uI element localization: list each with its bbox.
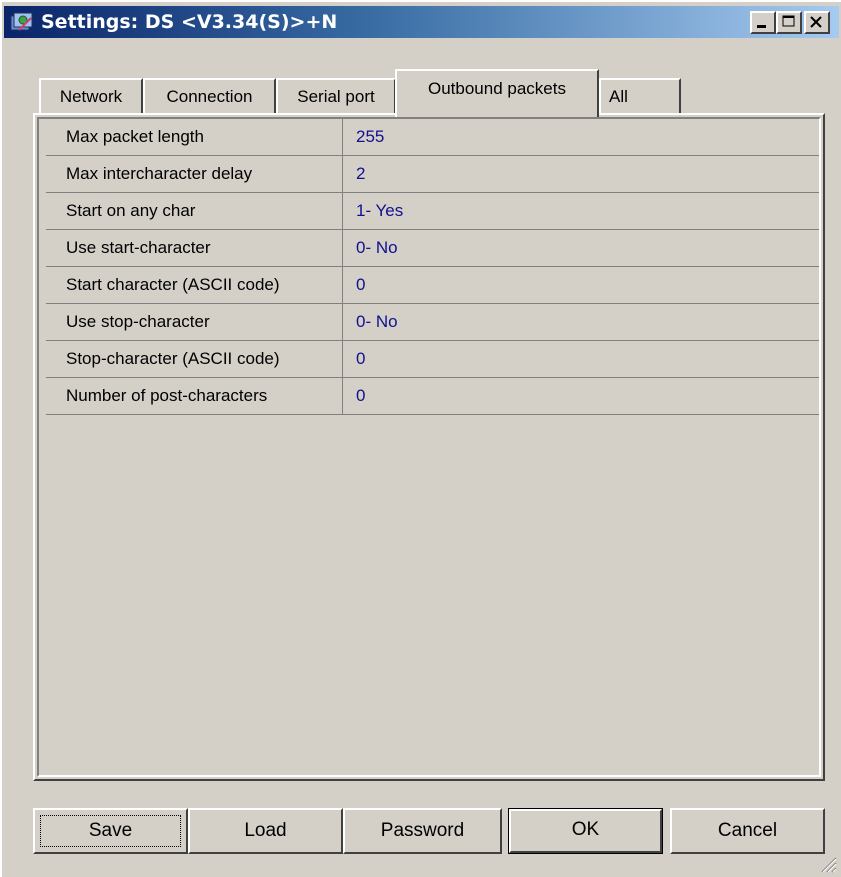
load-button[interactable]: Load <box>188 808 343 854</box>
maximize-button[interactable] <box>776 11 802 34</box>
setting-row[interactable]: Use stop-character 0- No <box>46 304 819 341</box>
setting-value[interactable]: 0- No <box>356 304 398 340</box>
setting-row[interactable]: Start character (ASCII code) 0 <box>46 267 819 304</box>
title-bar[interactable]: Settings: DS <V3.34(S)>+N <box>4 6 839 38</box>
tab-all[interactable]: All <box>599 78 681 114</box>
setting-row[interactable]: Start on any char 1- Yes <box>46 193 819 230</box>
setting-value[interactable]: 0- No <box>356 230 398 266</box>
settings-window: Settings: DS <V3.34(S)>+N Network Connec… <box>0 0 841 877</box>
tab-label: Outbound packets <box>428 79 566 98</box>
setting-value[interactable]: 0 <box>356 341 365 377</box>
focus-ring <box>40 815 181 847</box>
setting-row[interactable]: Number of post-characters 0 <box>46 378 819 415</box>
minimize-icon <box>757 25 766 28</box>
setting-row[interactable]: Max intercharacter delay 2 <box>46 156 819 193</box>
tab-label: All <box>609 87 628 106</box>
tab-label: Connection <box>166 87 253 106</box>
setting-name: Stop-character (ASCII code) <box>46 341 343 377</box>
cancel-button[interactable]: Cancel <box>670 808 825 854</box>
setting-name: Start character (ASCII code) <box>46 267 343 303</box>
tab-outbound-packets[interactable]: Outbound packets <box>395 69 599 118</box>
password-button-label: Password <box>380 820 465 841</box>
setting-row[interactable]: Use start-character 0- No <box>46 230 819 267</box>
password-button[interactable]: Password <box>343 808 502 854</box>
setting-value[interactable]: 0 <box>356 267 365 303</box>
ok-button[interactable]: OK <box>508 808 663 854</box>
setting-name: Number of post-characters <box>46 378 343 414</box>
setting-value[interactable]: 1- Yes <box>356 193 403 229</box>
settings-grid[interactable]: Max packet length 255 Max intercharacter… <box>37 117 821 777</box>
maximize-icon <box>782 15 795 27</box>
tab-label: Serial port <box>297 87 375 106</box>
setting-value[interactable]: 2 <box>356 156 365 192</box>
tab-serial-port[interactable]: Serial port <box>276 78 396 114</box>
setting-row[interactable]: Stop-character (ASCII code) 0 <box>46 341 819 378</box>
setting-name: Max packet length <box>46 119 343 155</box>
ok-button-label: OK <box>571 819 600 840</box>
tab-label: Network <box>59 87 123 106</box>
save-button[interactable]: Save <box>33 808 188 854</box>
setting-name: Max intercharacter delay <box>46 156 343 192</box>
load-button-label: Load <box>244 820 287 841</box>
cancel-button-label: Cancel <box>717 820 778 841</box>
close-button[interactable] <box>804 11 830 34</box>
minimize-button[interactable] <box>750 11 776 34</box>
tab-network[interactable]: Network <box>39 78 143 114</box>
setting-name: Start on any char <box>46 193 343 229</box>
setting-name: Use stop-character <box>46 304 343 340</box>
setting-value[interactable]: 0 <box>356 378 365 414</box>
tab-connection[interactable]: Connection <box>143 78 276 114</box>
app-settings-icon <box>10 12 33 31</box>
setting-value[interactable]: 255 <box>356 119 384 155</box>
setting-row[interactable]: Max packet length 255 <box>46 119 819 156</box>
setting-name: Use start-character <box>46 230 343 266</box>
resize-grip-icon[interactable] <box>817 853 837 873</box>
window-title: Settings: DS <V3.34(S)>+N <box>41 11 338 33</box>
close-icon <box>810 16 822 28</box>
